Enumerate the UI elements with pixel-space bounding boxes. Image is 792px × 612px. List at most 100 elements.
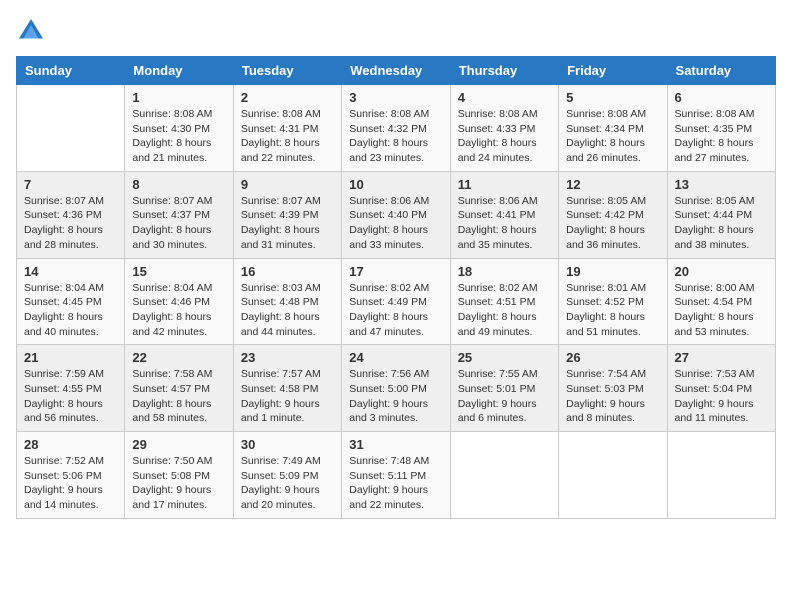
day-info: Sunrise: 8:04 AMSunset: 4:46 PMDaylight:… — [132, 281, 225, 340]
day-number: 29 — [132, 437, 225, 452]
day-number: 10 — [349, 177, 442, 192]
weekday-header-saturday: Saturday — [667, 57, 775, 85]
day-number: 27 — [675, 350, 768, 365]
calendar-table: SundayMondayTuesdayWednesdayThursdayFrid… — [16, 56, 776, 519]
day-info: Sunrise: 7:52 AMSunset: 5:06 PMDaylight:… — [24, 454, 117, 513]
day-info: Sunrise: 7:59 AMSunset: 4:55 PMDaylight:… — [24, 367, 117, 426]
calendar-cell: 28 Sunrise: 7:52 AMSunset: 5:06 PMDayligh… — [17, 432, 125, 519]
day-number: 5 — [566, 90, 659, 105]
calendar-cell: 22 Sunrise: 7:58 AMSunset: 4:57 PMDayligh… — [125, 345, 233, 432]
day-info: Sunrise: 7:55 AMSunset: 5:01 PMDaylight:… — [458, 367, 551, 426]
day-info: Sunrise: 8:03 AMSunset: 4:48 PMDaylight:… — [241, 281, 334, 340]
calendar-cell: 20Sunrise: 8:00 AMSunset: 4:54 PMDayligh… — [667, 258, 775, 345]
day-info: Sunrise: 7:50 AMSunset: 5:08 PMDaylight:… — [132, 454, 225, 513]
logo-icon — [16, 16, 46, 46]
day-info: Sunrise: 8:08 AMSunset: 4:33 PMDaylight:… — [458, 107, 551, 166]
day-info: Sunrise: 8:06 AMSunset: 4:41 PMDaylight:… — [458, 194, 551, 253]
calendar-cell: 4 Sunrise: 8:08 AMSunset: 4:33 PMDaylight… — [450, 85, 558, 172]
day-number: 21 — [24, 350, 117, 365]
day-info: Sunrise: 7:58 AMSunset: 4:57 PMDaylight:… — [132, 367, 225, 426]
day-number: 7 — [24, 177, 117, 192]
day-number: 30 — [241, 437, 334, 452]
weekday-header-sunday: Sunday — [17, 57, 125, 85]
day-number: 20 — [675, 264, 768, 279]
calendar-cell: 2 Sunrise: 8:08 AMSunset: 4:31 PMDaylight… — [233, 85, 341, 172]
calendar-cell: 15 Sunrise: 8:04 AMSunset: 4:46 PMDayligh… — [125, 258, 233, 345]
day-number: 24 — [349, 350, 442, 365]
calendar-cell: 5 Sunrise: 8:08 AMSunset: 4:34 PMDaylight… — [559, 85, 667, 172]
calendar-cell — [559, 432, 667, 519]
day-info: Sunrise: 8:08 AMSunset: 4:32 PMDaylight:… — [349, 107, 442, 166]
day-number: 1 — [132, 90, 225, 105]
calendar-cell: 10 Sunrise: 8:06 AMSunset: 4:40 PMDayligh… — [342, 171, 450, 258]
day-info: Sunrise: 7:53 AMSunset: 5:04 PMDaylight:… — [675, 367, 768, 426]
calendar-cell: 11Sunrise: 8:06 AMSunset: 4:41 PMDayligh… — [450, 171, 558, 258]
calendar-week-3: 14 Sunrise: 8:04 AMSunset: 4:45 PMDayligh… — [17, 258, 776, 345]
logo — [16, 16, 50, 46]
calendar-cell: 6Sunrise: 8:08 AMSunset: 4:35 PMDaylight… — [667, 85, 775, 172]
calendar-cell: 26Sunrise: 7:54 AMSunset: 5:03 PMDayligh… — [559, 345, 667, 432]
day-number: 2 — [241, 90, 334, 105]
calendar-cell: 3 Sunrise: 8:08 AMSunset: 4:32 PMDaylight… — [342, 85, 450, 172]
day-number: 23 — [241, 350, 334, 365]
day-number: 9 — [241, 177, 334, 192]
day-number: 4 — [458, 90, 551, 105]
page-header — [16, 16, 776, 46]
calendar-cell: 1Sunrise: 8:08 AMSunset: 4:30 PMDaylight… — [125, 85, 233, 172]
day-number: 31 — [349, 437, 442, 452]
day-number: 8 — [132, 177, 225, 192]
day-info: Sunrise: 8:01 AMSunset: 4:52 PMDaylight:… — [566, 281, 659, 340]
calendar-cell: 18 Sunrise: 8:02 AMSunset: 4:51 PMDayligh… — [450, 258, 558, 345]
calendar-cell: 14 Sunrise: 8:04 AMSunset: 4:45 PMDayligh… — [17, 258, 125, 345]
calendar-cell: 25 Sunrise: 7:55 AMSunset: 5:01 PMDayligh… — [450, 345, 558, 432]
day-number: 15 — [132, 264, 225, 279]
day-info: Sunrise: 8:08 AMSunset: 4:31 PMDaylight:… — [241, 107, 334, 166]
calendar-cell: 31 Sunrise: 7:48 AMSunset: 5:11 PMDayligh… — [342, 432, 450, 519]
day-number: 19 — [566, 264, 659, 279]
day-info: Sunrise: 8:05 AMSunset: 4:44 PMDaylight:… — [675, 194, 768, 253]
calendar-cell: 12 Sunrise: 8:05 AMSunset: 4:42 PMDayligh… — [559, 171, 667, 258]
calendar-cell: 9 Sunrise: 8:07 AMSunset: 4:39 PMDaylight… — [233, 171, 341, 258]
day-number: 13 — [675, 177, 768, 192]
calendar-week-2: 7Sunrise: 8:07 AMSunset: 4:36 PMDaylight… — [17, 171, 776, 258]
day-info: Sunrise: 8:02 AMSunset: 4:51 PMDaylight:… — [458, 281, 551, 340]
calendar-header: SundayMondayTuesdayWednesdayThursdayFrid… — [17, 57, 776, 85]
calendar-week-5: 28 Sunrise: 7:52 AMSunset: 5:06 PMDayligh… — [17, 432, 776, 519]
weekday-header-monday: Monday — [125, 57, 233, 85]
day-number: 12 — [566, 177, 659, 192]
day-info: Sunrise: 8:07 AMSunset: 4:37 PMDaylight:… — [132, 194, 225, 253]
calendar-body: 1Sunrise: 8:08 AMSunset: 4:30 PMDaylight… — [17, 85, 776, 519]
day-number: 18 — [458, 264, 551, 279]
calendar-cell — [450, 432, 558, 519]
day-info: Sunrise: 7:49 AMSunset: 5:09 PMDaylight:… — [241, 454, 334, 513]
day-number: 22 — [132, 350, 225, 365]
calendar-week-4: 21 Sunrise: 7:59 AMSunset: 4:55 PMDayligh… — [17, 345, 776, 432]
calendar-cell: 7Sunrise: 8:07 AMSunset: 4:36 PMDaylight… — [17, 171, 125, 258]
day-info: Sunrise: 8:06 AMSunset: 4:40 PMDaylight:… — [349, 194, 442, 253]
calendar-cell: 29 Sunrise: 7:50 AMSunset: 5:08 PMDayligh… — [125, 432, 233, 519]
day-info: Sunrise: 8:05 AMSunset: 4:42 PMDaylight:… — [566, 194, 659, 253]
calendar-cell: 23 Sunrise: 7:57 AMSunset: 4:58 PMDayligh… — [233, 345, 341, 432]
day-info: Sunrise: 7:57 AMSunset: 4:58 PMDaylight:… — [241, 367, 334, 426]
day-number: 16 — [241, 264, 334, 279]
calendar-cell: 27 Sunrise: 7:53 AMSunset: 5:04 PMDayligh… — [667, 345, 775, 432]
day-number: 25 — [458, 350, 551, 365]
calendar-cell: 21 Sunrise: 7:59 AMSunset: 4:55 PMDayligh… — [17, 345, 125, 432]
day-info: Sunrise: 7:56 AMSunset: 5:00 PMDaylight:… — [349, 367, 442, 426]
calendar-cell: 24 Sunrise: 7:56 AMSunset: 5:00 PMDayligh… — [342, 345, 450, 432]
calendar-cell: 13 Sunrise: 8:05 AMSunset: 4:44 PMDayligh… — [667, 171, 775, 258]
day-info: Sunrise: 8:08 AMSunset: 4:34 PMDaylight:… — [566, 107, 659, 166]
calendar-cell — [17, 85, 125, 172]
day-number: 17 — [349, 264, 442, 279]
calendar-cell: 19 Sunrise: 8:01 AMSunset: 4:52 PMDayligh… — [559, 258, 667, 345]
calendar-cell: 17Sunrise: 8:02 AMSunset: 4:49 PMDayligh… — [342, 258, 450, 345]
day-info: Sunrise: 7:48 AMSunset: 5:11 PMDaylight:… — [349, 454, 442, 513]
day-number: 26 — [566, 350, 659, 365]
day-number: 14 — [24, 264, 117, 279]
day-number: 28 — [24, 437, 117, 452]
calendar-cell — [667, 432, 775, 519]
day-info: Sunrise: 8:07 AMSunset: 4:39 PMDaylight:… — [241, 194, 334, 253]
day-number: 3 — [349, 90, 442, 105]
day-info: Sunrise: 8:04 AMSunset: 4:45 PMDaylight:… — [24, 281, 117, 340]
day-number: 6 — [675, 90, 768, 105]
